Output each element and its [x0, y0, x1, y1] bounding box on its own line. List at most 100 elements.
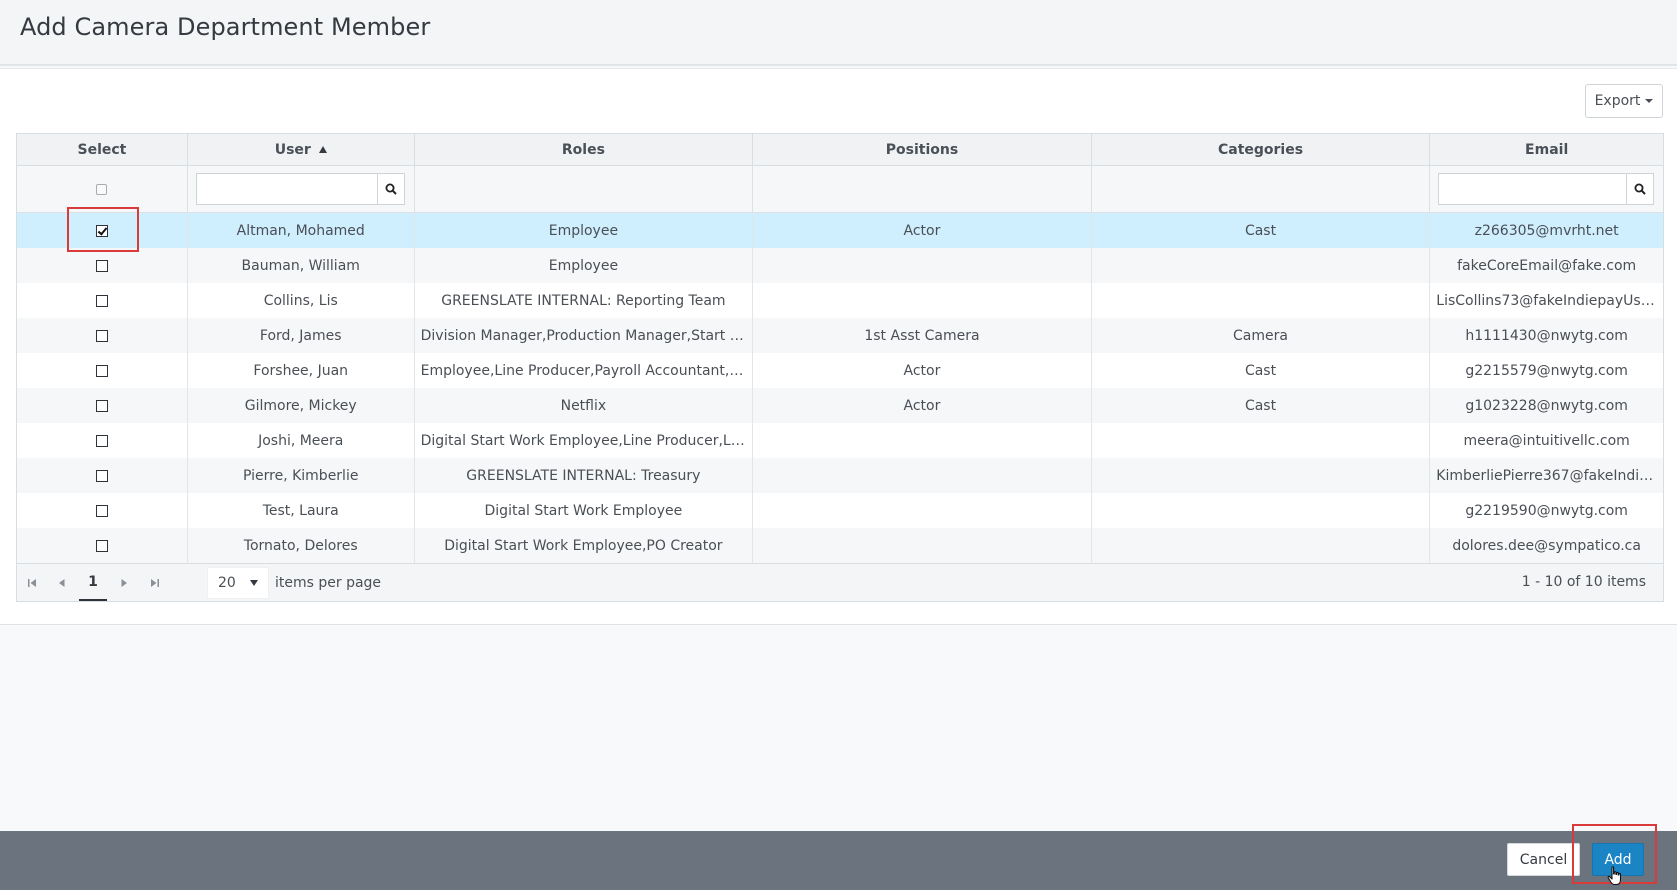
cell-roles: Division Manager,Production Manager,Star…	[414, 318, 754, 353]
cell-categories	[1091, 528, 1431, 563]
cell-user: Joshi, Meera	[187, 423, 415, 458]
search-icon	[1634, 183, 1646, 195]
search-icon	[385, 183, 397, 195]
pager-info: 1 - 10 of 10 items	[1521, 574, 1646, 590]
cell-positions	[752, 283, 1092, 318]
row-select-checkbox[interactable]	[95, 504, 108, 517]
row-select-checkbox[interactable]	[95, 469, 108, 482]
select-cell	[17, 212, 188, 248]
add-button[interactable]: Add	[1592, 843, 1644, 876]
select-cell	[17, 458, 188, 493]
pager: 1 20 items per page 1 - 10 of 10 items	[17, 563, 1663, 601]
cell-email: g2215579@nwytg.com	[1465, 362, 1628, 379]
cell-positions	[752, 248, 1092, 283]
cell-email: meera@intuitivellc.com	[1463, 432, 1630, 449]
cell-positions	[752, 493, 1092, 528]
row-select-checkbox[interactable]	[95, 364, 108, 377]
previous-page-icon	[59, 578, 65, 587]
row-select-checkbox[interactable]	[95, 329, 108, 342]
members-table: Select User Roles Positions Categories E…	[17, 134, 1663, 563]
cell-categories: Camera	[1091, 318, 1431, 353]
cell-categories	[1091, 423, 1431, 458]
caret-down-icon	[250, 579, 258, 586]
pager-last-button[interactable]	[139, 565, 169, 601]
row-select-checkbox[interactable]	[95, 539, 108, 552]
cell-positions: 1st Asst Camera	[752, 318, 1092, 353]
table-row[interactable]: Collins, Lis GREENSLATE INTERNAL: Reporti…	[17, 283, 1663, 318]
cell-positions	[752, 423, 1092, 458]
table-row[interactable]: Pierre, Kimberlie GREENSLATE INTERNAL: Tr…	[17, 458, 1663, 493]
items-per-page-label: items per page	[275, 574, 382, 591]
table-row[interactable]: Gilmore, Mickey Netflix Actor Cast g1023228@…	[17, 388, 1663, 423]
header-row: Select User Roles Positions Categories E…	[17, 134, 1663, 166]
cell-user: Ford, James	[187, 318, 415, 353]
cell-positions: Actor	[752, 212, 1092, 248]
select-all-checkbox[interactable]	[96, 183, 108, 195]
row-select-checkbox[interactable]	[95, 259, 108, 272]
cell-categories: Cast	[1091, 353, 1431, 388]
row-select-checkbox[interactable]	[95, 434, 108, 447]
export-button-label: Export	[1594, 93, 1641, 109]
cell-roles: Employee	[414, 248, 754, 283]
cell-email: dolores.dee@sympatico.ca	[1429, 528, 1663, 563]
column-header-roles-label: Roles	[561, 141, 605, 158]
filter-cell-email	[1429, 165, 1663, 213]
filter-cell-select	[17, 165, 188, 213]
column-header-roles[interactable]: Roles	[414, 134, 754, 166]
cell-categories	[1091, 248, 1431, 283]
email-filter-input[interactable]	[1439, 174, 1626, 204]
row-select-checkbox[interactable]	[95, 294, 108, 307]
page-size-dropdown[interactable]: 20	[207, 566, 269, 599]
cell-roles: Employee,Line Producer,Payroll Accountan…	[414, 353, 754, 388]
sort-ascending-icon	[318, 145, 327, 153]
row-select-checkbox[interactable]	[95, 399, 108, 412]
row-select-checkbox[interactable]	[95, 224, 108, 237]
table-row[interactable]: Ford, James Division Manager,Production M…	[17, 318, 1663, 353]
column-header-user-label: User	[274, 141, 311, 158]
user-filter-search-button[interactable]	[376, 174, 404, 204]
column-header-positions[interactable]: Positions	[752, 134, 1092, 166]
table-row[interactable]: Bauman, William Employee fakeCoreEmail@fak…	[17, 248, 1663, 283]
pager-next-button[interactable]	[109, 565, 139, 601]
pager-current-page[interactable]: 1	[79, 565, 107, 601]
cell-email: fakeCoreEmail@fake.com	[1429, 248, 1663, 283]
pager-first-button[interactable]	[17, 565, 47, 601]
table-row[interactable]: Altman, Mohamed Employee Actor Cast z266305@…	[17, 212, 1663, 248]
select-cell	[17, 493, 188, 528]
select-cell	[17, 528, 188, 563]
next-page-icon	[121, 578, 127, 587]
user-filter-input[interactable]	[196, 174, 377, 204]
cell-roles: Digital Start Work Employee,PO Creator	[414, 528, 754, 563]
cell-user: Test, Laura	[187, 493, 415, 528]
cell-roles: GREENSLATE INTERNAL: Treasury	[414, 458, 754, 493]
caret-down-icon	[1645, 99, 1654, 103]
cell-user: Altman, Mohamed	[187, 212, 415, 248]
select-cell	[17, 353, 188, 388]
cancel-button[interactable]: Cancel	[1507, 843, 1580, 876]
email-filter	[1438, 173, 1654, 205]
members-grid: Select User Roles Positions Categories E…	[16, 133, 1664, 602]
cell-user: Tornato, Delores	[187, 528, 415, 563]
page-title: Add Camera Department Member	[20, 13, 431, 41]
cell-user: Gilmore, Mickey	[187, 388, 415, 423]
export-button[interactable]: Export	[1585, 84, 1663, 118]
column-header-select: Select	[17, 134, 188, 166]
cell-categories: Cast	[1091, 388, 1431, 423]
filter-cell-user	[187, 165, 415, 213]
table-row[interactable]: Tornato, Delores Digital Start Work Emplo…	[17, 528, 1663, 563]
filter-cell-roles	[414, 165, 754, 213]
column-header-email-label: Email	[1525, 141, 1569, 158]
column-header-categories[interactable]: Categories	[1091, 134, 1431, 166]
cell-email: z266305@mvrht.net	[1429, 212, 1663, 248]
cell-email: g2219590@nwytg.com	[1465, 502, 1628, 519]
last-page-icon	[150, 578, 159, 587]
table-row[interactable]: Joshi, Meera Digital Start Work Employee,…	[17, 423, 1663, 458]
column-header-user[interactable]: User	[187, 134, 415, 166]
column-header-email[interactable]: Email	[1429, 134, 1663, 166]
email-filter-search-button[interactable]	[1626, 174, 1653, 204]
title-bar: Add Camera Department Member	[0, 0, 1677, 66]
table-row[interactable]: Test, Laura Digital Start Work Employee g2…	[17, 493, 1663, 528]
table-row[interactable]: Forshee, Juan Employee,Line Producer,Payr…	[17, 353, 1663, 388]
pager-prev-button[interactable]	[47, 565, 77, 601]
select-cell	[17, 388, 188, 423]
